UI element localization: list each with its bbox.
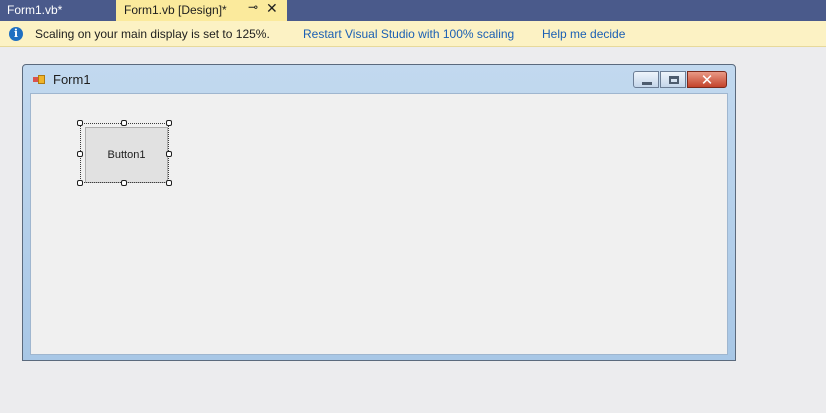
resize-handle-bottom[interactable] xyxy=(121,180,127,186)
resize-handle-right[interactable] xyxy=(166,151,172,157)
form-title-bar: Form1 ✕ xyxy=(23,65,735,93)
pin-icon[interactable]: ⊸ xyxy=(248,0,258,14)
caption-buttons: ✕ xyxy=(632,71,727,89)
info-message: Scaling on your main display is set to 1… xyxy=(35,27,270,41)
help-me-decide-link[interactable]: Help me decide xyxy=(542,27,625,41)
close-x-icon: ✕ xyxy=(700,71,714,89)
info-icon: i xyxy=(9,27,23,41)
resize-handle-top[interactable] xyxy=(121,120,127,126)
minimize-button[interactable] xyxy=(633,71,659,88)
form-icon xyxy=(33,75,45,85)
scaling-info-bar: i Scaling on your main display is set to… xyxy=(0,21,826,47)
close-button[interactable]: ✕ xyxy=(687,71,727,89)
resize-handle-top-right[interactable] xyxy=(166,120,172,126)
document-tab-strip: Form1.vb* Form1.vb [Design]* ⊸ ✕ xyxy=(0,0,826,21)
close-icon[interactable]: ✕ xyxy=(266,0,278,17)
tab-form1-design[interactable]: Form1.vb [Design]* xyxy=(116,0,287,21)
maximize-button[interactable] xyxy=(660,71,686,88)
resize-handle-top-left[interactable] xyxy=(77,120,83,126)
selection-outline xyxy=(80,123,169,183)
form-title: Form1 xyxy=(53,72,91,87)
form-window[interactable]: Form1 ✕ xyxy=(22,64,736,361)
resize-handle-bottom-left[interactable] xyxy=(77,180,83,186)
tab-form1-code[interactable]: Form1.vb* xyxy=(0,0,117,21)
minimize-icon xyxy=(642,82,652,85)
resize-handle-bottom-right[interactable] xyxy=(166,180,172,186)
restart-scaling-link[interactable]: Restart Visual Studio with 100% scaling xyxy=(303,27,514,41)
tab-label: Form1.vb [Design]* xyxy=(124,3,227,17)
maximize-icon xyxy=(669,76,679,84)
resize-handle-left[interactable] xyxy=(77,151,83,157)
